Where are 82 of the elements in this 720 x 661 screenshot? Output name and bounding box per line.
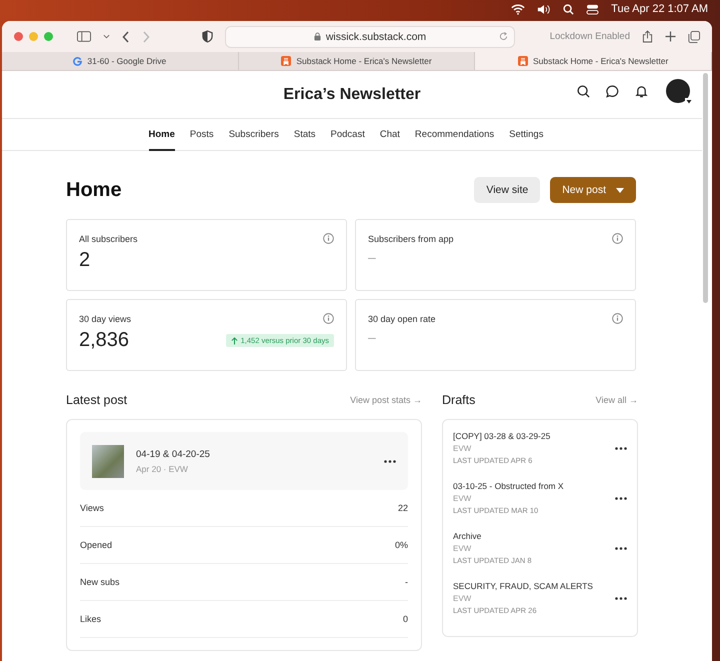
wifi-icon[interactable] (511, 4, 526, 14)
view-all-link[interactable]: View all → (596, 395, 638, 405)
reload-icon[interactable] (499, 32, 508, 40)
draft-title[interactable]: SECURITY, FRAUD, SCAM ALERTS (453, 581, 593, 591)
page-heading: Home (66, 178, 122, 202)
post-title: 04-19 & 04-20-25 (136, 448, 211, 460)
more-icon[interactable] (615, 596, 627, 600)
draft-author: EVW (453, 494, 472, 503)
browser-tab[interactable]: 31-60 - Google Drive (2, 52, 239, 70)
address-bar[interactable]: wissick.substack.com (225, 26, 515, 48)
more-icon[interactable] (384, 460, 396, 462)
draft-title[interactable]: 03-10-25 - Obstructed from X (453, 481, 564, 491)
metric-label: Likes (80, 614, 102, 624)
draft-title[interactable]: Archive (453, 531, 532, 541)
metric-label: New subs (80, 577, 120, 587)
speaker-icon[interactable] (537, 4, 552, 14)
lockdown-label: Lockdown Enabled (550, 31, 630, 42)
nav-tab[interactable]: Posts (182, 119, 222, 151)
avatar[interactable] (666, 79, 690, 103)
more-icon[interactable] (615, 496, 627, 500)
search-icon[interactable] (563, 4, 574, 14)
nav-tab[interactable]: Subscribers (221, 119, 286, 151)
stat-label: 30 day views (79, 314, 132, 324)
stat-value: 2 (79, 249, 90, 272)
window-controls-icon[interactable] (14, 32, 53, 41)
draft-title[interactable]: [COPY] 03-28 & 03-29-25 (453, 431, 550, 441)
section-heading: Drafts (442, 393, 476, 407)
nav-tab[interactable]: Home (148, 119, 175, 151)
section-heading: Latest post (66, 393, 128, 407)
stat-label: 30 day open rate (368, 314, 436, 324)
chat-bubble-icon[interactable] (606, 84, 619, 98)
share-icon[interactable] (642, 30, 653, 43)
stat-label: All subscribers (79, 234, 138, 244)
search-icon[interactable] (577, 84, 590, 98)
metric-value: 0% (394, 540, 408, 550)
info-icon[interactable] (612, 313, 623, 324)
stat-value: – (368, 249, 376, 265)
view-site-button[interactable]: View site (474, 177, 540, 203)
shield-icon[interactable] (202, 30, 213, 43)
post-meta: Apr 20 · EVW (136, 464, 189, 474)
metric-label: Opened (80, 540, 112, 550)
photo-placeholder (92, 444, 124, 478)
lock-icon (314, 32, 321, 41)
draft-author: EVW (453, 594, 472, 603)
post-item[interactable]: 04-19 & 04-20-25 Apr 20 · EVW (80, 432, 408, 490)
metric-value: 22 (398, 503, 408, 513)
menu-bar-clock[interactable]: Tue Apr 22 1:07 AM (611, 3, 708, 15)
scrollbar-thumb[interactable] (703, 73, 708, 303)
stat-value: – (368, 329, 376, 345)
stat-label: Subscribers from app (368, 234, 454, 244)
more-icon[interactable] (615, 546, 627, 550)
draft-author: EVW (453, 544, 472, 553)
back-icon[interactable] (122, 30, 130, 42)
nav-tab[interactable]: Podcast (323, 119, 372, 151)
view-post-stats-link[interactable]: View post stats → (350, 395, 422, 405)
plus-icon[interactable] (665, 31, 676, 42)
chevron-down-icon[interactable] (103, 34, 110, 39)
metric-value: 0 (402, 614, 408, 624)
new-post-button[interactable]: New post (550, 177, 636, 203)
sidebar-icon[interactable] (77, 31, 91, 42)
info-icon[interactable] (612, 233, 623, 244)
browser-tab[interactable]: Substack Home - Erica's Newsletter (475, 52, 712, 70)
nav-tab[interactable]: Settings (502, 119, 551, 151)
metric-value: - (405, 577, 408, 587)
metric-label: Views (80, 503, 104, 513)
nav-tab[interactable]: Recommendations (407, 119, 502, 151)
control-center-icon[interactable] (586, 4, 600, 14)
tabs-overview-icon[interactable] (688, 30, 700, 42)
draft-author: EVW (453, 444, 472, 453)
caret-icon (616, 188, 624, 192)
bell-icon[interactable] (635, 84, 648, 98)
stat-value: 2,836 (79, 329, 130, 352)
url-text: wissick.substack.com (326, 30, 426, 42)
bookmark-logo-icon (281, 56, 292, 66)
bookmark-logo-icon (518, 56, 528, 66)
info-icon[interactable] (323, 313, 334, 324)
more-icon[interactable] (615, 446, 627, 450)
nav-tab[interactable]: Stats (286, 119, 324, 151)
info-icon[interactable] (323, 233, 334, 244)
site-title[interactable]: Erica’s Newsletter (283, 86, 421, 104)
google-g-icon (73, 56, 82, 66)
nav-tab[interactable]: Chat (372, 119, 408, 151)
